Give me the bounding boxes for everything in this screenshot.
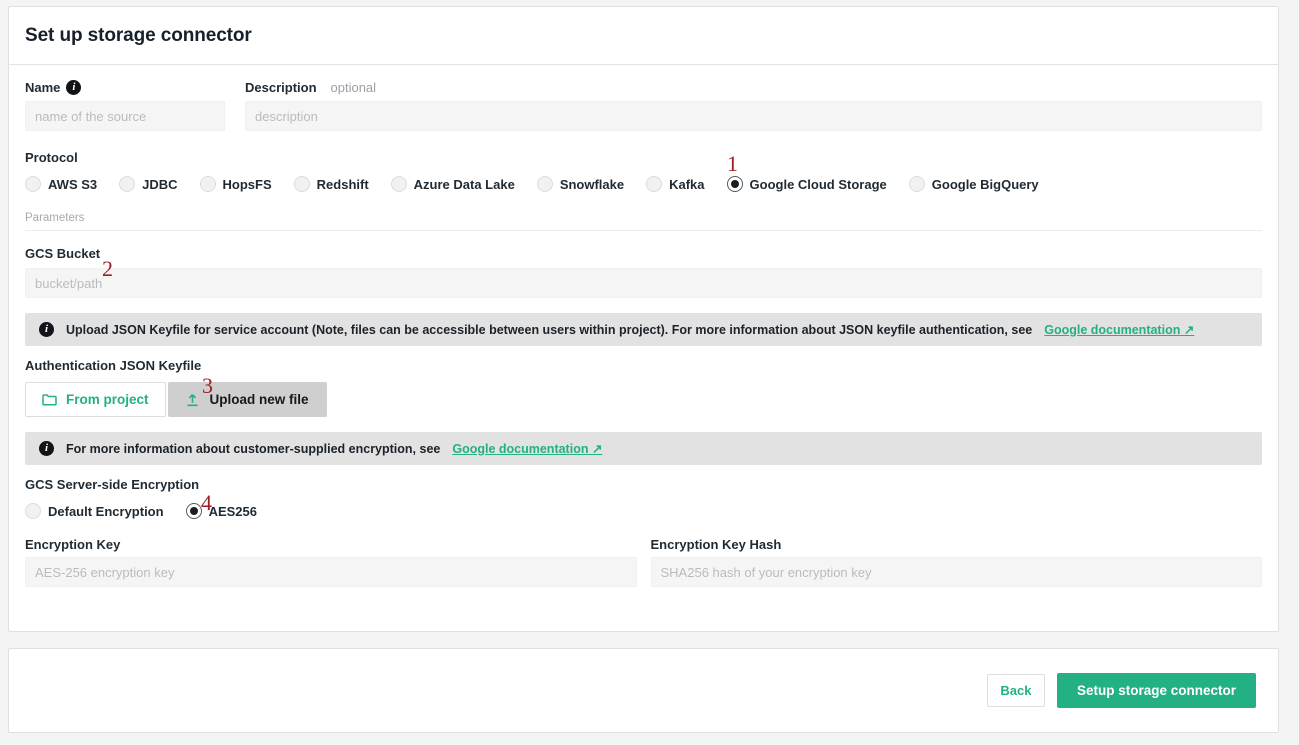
radio-icon[interactable]	[293, 176, 310, 192]
upload-icon	[186, 393, 199, 407]
radio-icon[interactable]	[390, 176, 407, 192]
page-root: Set up storage connector Name i Descript…	[0, 0, 1299, 745]
protocol-option-hopsfs[interactable]: HopsFS	[199, 176, 272, 192]
parameters-section-label: Parameters	[25, 212, 85, 224]
protocol-option-label: Snowflake	[559, 176, 625, 192]
protocol-option-azure-data-lake[interactable]: Azure Data Lake	[390, 176, 515, 192]
encryption-key-input[interactable]	[25, 557, 637, 587]
protocol-option-jdbc[interactable]: JDBC	[119, 176, 178, 192]
protocol-option-redshift[interactable]: Redshift	[293, 176, 369, 192]
upload-new-file-button[interactable]: Upload new file	[167, 382, 327, 417]
encryption-key-label: Encryption Key	[25, 537, 121, 552]
encryption-key-hash-input[interactable]	[650, 557, 1262, 587]
encryption-key-hash-label: Encryption Key Hash	[650, 537, 782, 552]
protocol-option-label: Google BigQuery	[931, 176, 1039, 192]
encryption-radio-group: Default Encryption AES256	[25, 503, 1262, 519]
description-label: Description optional	[245, 80, 376, 95]
radio-icon[interactable]	[536, 176, 553, 192]
protocol-option-aws-s3[interactable]: AWS S3	[25, 176, 97, 192]
encryption-option-aes256[interactable]: AES256	[185, 503, 257, 519]
info-icon: i	[39, 441, 54, 456]
encryption-option-default[interactable]: Default Encryption	[25, 503, 164, 519]
description-input[interactable]	[245, 101, 1262, 131]
keyfile-banner-text: Upload JSON Keyfile for service account …	[66, 322, 1033, 337]
protocol-label: Protocol	[25, 150, 78, 165]
gcs-bucket-input[interactable]	[25, 268, 1262, 298]
encryption-banner-text: For more information about customer-supp…	[66, 441, 441, 456]
name-field-group: Name i	[25, 79, 225, 97]
back-button[interactable]: Back	[986, 674, 1045, 707]
protocol-option-google-cloud-storage[interactable]: Google Cloud Storage	[726, 176, 887, 192]
protocol-option-label: HopsFS	[222, 176, 272, 192]
radio-icon[interactable]	[25, 503, 41, 519]
encryption-option-label: Default Encryption	[48, 503, 164, 519]
google-documentation-link[interactable]: Google documentation ↗	[452, 441, 602, 456]
google-documentation-link[interactable]: Google documentation ↗	[1044, 322, 1194, 337]
info-icon: i	[39, 322, 54, 337]
protocol-option-label: Redshift	[316, 176, 369, 192]
protocol-option-snowflake[interactable]: Snowflake	[536, 176, 625, 192]
description-label-text: Description	[245, 80, 317, 95]
name-input[interactable]	[25, 101, 225, 131]
protocol-option-label: Kafka	[669, 176, 705, 192]
encryption-info-banner: i For more information about customer-su…	[25, 432, 1262, 465]
info-icon: i	[66, 80, 82, 95]
radio-icon[interactable]	[25, 176, 41, 192]
from-project-button[interactable]: From project	[25, 382, 166, 417]
encryption-key-hash-group: Encryption Key Hash	[650, 537, 1262, 587]
description-field-group: Description optional	[245, 79, 1262, 97]
protocol-radio-group: AWS S3 JDBC HopsFS Redshift Azure Data L…	[25, 176, 1262, 192]
parameters-divider	[25, 230, 1262, 231]
protocol-option-label: JDBC	[142, 176, 178, 192]
encryption-key-group: Encryption Key	[25, 537, 637, 587]
keyfile-info-banner: i Upload JSON Keyfile for service accoun…	[25, 313, 1262, 346]
radio-icon-selected[interactable]	[726, 176, 743, 192]
protocol-option-label: Azure Data Lake	[413, 176, 515, 192]
upload-new-file-label: Upload new file	[209, 392, 309, 407]
setup-storage-connector-button[interactable]: Setup storage connector	[1056, 673, 1256, 708]
from-project-label: From project	[66, 392, 149, 407]
card-header: Set up storage connector	[9, 7, 1278, 65]
name-label-text: Name	[25, 80, 61, 95]
protocol-option-kafka[interactable]: Kafka	[646, 176, 705, 192]
description-optional-tag: optional	[330, 80, 377, 95]
gcs-bucket-label: GCS Bucket	[25, 246, 101, 261]
keyfile-label: Authentication JSON Keyfile	[25, 358, 202, 373]
storage-connector-card: Set up storage connector Name i Descript…	[8, 6, 1279, 632]
folder-icon	[42, 393, 57, 406]
radio-icon[interactable]	[119, 176, 136, 192]
encryption-option-label: AES256	[208, 503, 257, 519]
encryption-label: GCS Server-side Encryption	[25, 477, 200, 492]
radio-icon[interactable]	[646, 176, 663, 192]
protocol-option-google-bigquery[interactable]: Google BigQuery	[908, 176, 1039, 192]
radio-icon[interactable]	[908, 176, 925, 192]
card-body: Name i Description optional name of the …	[9, 65, 1278, 587]
name-label: Name i	[25, 80, 82, 95]
protocol-option-label: AWS S3	[48, 176, 98, 192]
page-title: Set up storage connector	[25, 24, 252, 46]
form-footer: Back Setup storage connector	[8, 648, 1279, 733]
protocol-option-label: Google Cloud Storage	[749, 176, 887, 192]
radio-icon[interactable]	[199, 176, 216, 192]
radio-icon-selected[interactable]	[185, 503, 202, 519]
